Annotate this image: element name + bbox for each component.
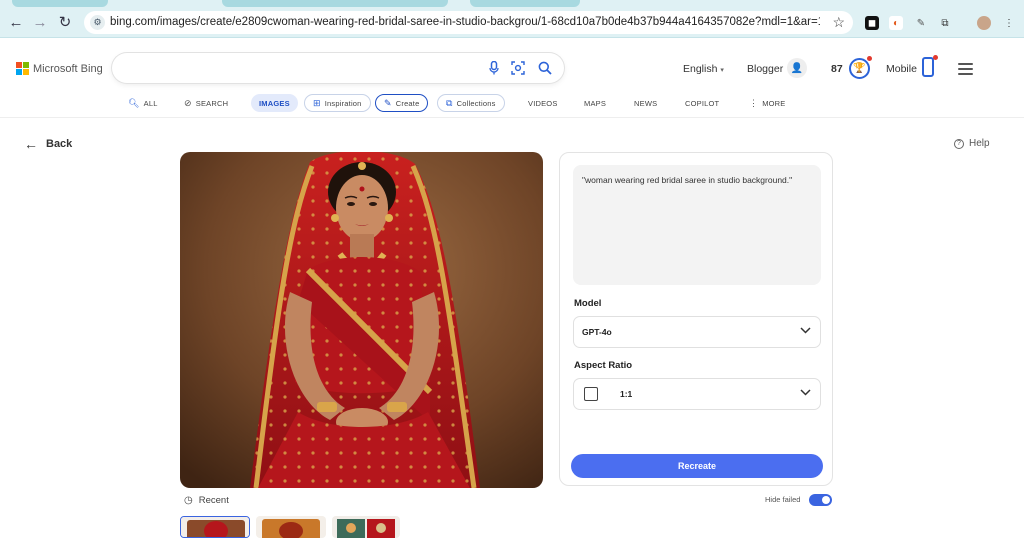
bing-logo[interactable]: Microsoft Bing: [16, 62, 103, 75]
tab-label: IMAGES: [259, 98, 290, 108]
tab-collections[interactable]: ⧉ Collections: [437, 94, 505, 112]
hide-failed-toggle[interactable]: [809, 494, 832, 506]
search-icon: 🔍︎: [128, 97, 140, 108]
vertical-tabs: 🔍︎ ALL ⊘ SEARCH IMAGES ⊞ Inspiration ✎ C…: [0, 92, 1024, 114]
notification-dot: [867, 56, 872, 61]
tab-label: Collections: [456, 98, 496, 108]
browser-menu-icon[interactable]: ⋮: [1002, 16, 1016, 30]
microsoft-logo-icon: [16, 62, 29, 75]
history-clock-icon: ◷: [184, 495, 193, 506]
recent-thumbnail[interactable]: [332, 516, 400, 538]
reload-icon[interactable]: ↻: [55, 12, 75, 32]
tab-more[interactable]: ⋮ MORE: [749, 94, 786, 112]
tab-all[interactable]: 🔍︎ ALL: [128, 94, 158, 112]
address-url[interactable]: bing.com/images/create/e2809cwoman-weari…: [110, 16, 820, 28]
model-value: GPT-4o: [582, 327, 612, 337]
back-arrow-icon: ←: [24, 136, 38, 152]
browser-tab[interactable]: [470, 0, 580, 7]
tab-label: ALL: [143, 98, 158, 108]
hide-failed-label: Hide failed: [765, 495, 801, 504]
tab-label: Inspiration: [324, 98, 362, 108]
bride-in-red-saree-image: [180, 152, 543, 488]
tab-inspiration[interactable]: ⊞ Inspiration: [304, 94, 371, 112]
hamburger-menu-icon[interactable]: [958, 63, 973, 75]
tab-label: MAPS: [584, 98, 607, 108]
aspect-ratio-select[interactable]: 1:1: [573, 378, 821, 410]
site-info-icon[interactable]: ⚙: [90, 15, 105, 30]
chevron-down-icon: [800, 387, 811, 399]
tab-maps[interactable]: MAPS: [584, 94, 606, 112]
more-dots-icon: ⋮: [749, 97, 759, 108]
create-icon: ✎: [384, 97, 392, 108]
square-aspect-icon: [584, 387, 598, 401]
search-input[interactable]: [112, 53, 564, 83]
tab-label: VIDEOS: [528, 98, 558, 108]
browser-tab-strip: [0, 0, 1024, 7]
tab-label: MORE: [762, 98, 786, 108]
browser-toolbar: ← → ↻ ⚙ bing.com/images/create/e2809cwom…: [0, 7, 1024, 38]
eyedropper-icon[interactable]: ✎: [914, 16, 928, 30]
bookmark-star-icon[interactable]: ☆: [832, 14, 845, 31]
aspect-ratio-value: 1:1: [620, 389, 633, 399]
tab-news[interactable]: NEWS: [634, 94, 657, 112]
extension-icon[interactable]: ◐: [889, 16, 903, 30]
model-label: Model: [574, 298, 602, 309]
browser-tab[interactable]: [12, 0, 108, 7]
help-label: Help: [969, 138, 990, 149]
chevron-down-icon: [800, 325, 811, 337]
rewards-trophy-icon[interactable]: 🏆: [849, 58, 870, 79]
recent-header: ◷ Recent: [184, 495, 229, 506]
collections-icon: ⧉: [446, 97, 453, 108]
search-icon[interactable]: [537, 60, 553, 76]
create-panel: "woman wearing red bridal saree in studi…: [559, 152, 833, 486]
profile-avatar[interactable]: [977, 16, 991, 30]
mobile-link[interactable]: Mobile: [886, 63, 917, 75]
account-name[interactable]: Blogger: [747, 63, 783, 75]
recent-thumbnail[interactable]: [180, 516, 250, 538]
prompt-textarea[interactable]: "woman wearing red bridal saree in studi…: [573, 165, 821, 285]
copilot-search-icon: ⊘: [184, 97, 192, 108]
tab-videos[interactable]: VIDEOS: [528, 94, 558, 112]
tab-search[interactable]: ⊘ SEARCH: [184, 94, 228, 112]
recent-label: Recent: [198, 495, 229, 506]
address-bar[interactable]: ⚙ bing.com/images/create/e2809cwoman-wea…: [84, 11, 853, 34]
back-button[interactable]: ← Back: [24, 136, 72, 152]
back-arrow-icon[interactable]: ←: [6, 12, 26, 32]
language-label: English: [683, 63, 718, 75]
tab-label: Create: [395, 98, 420, 108]
notification-dot: [933, 55, 938, 60]
recreate-button[interactable]: Recreate: [571, 454, 823, 478]
forward-arrow-icon[interactable]: →: [30, 12, 50, 32]
logo-text: Microsoft Bing: [33, 62, 103, 75]
rewards-points[interactable]: 87: [831, 63, 843, 75]
language-selector[interactable]: English ▾: [683, 63, 724, 75]
aspect-ratio-label: Aspect Ratio: [574, 360, 633, 371]
tab-label: COPILOT: [685, 98, 720, 108]
browser-tab[interactable]: [222, 0, 448, 7]
mobile-phone-icon[interactable]: [922, 57, 934, 77]
tab-label: SEARCH: [195, 98, 229, 108]
microphone-icon[interactable]: [486, 60, 502, 76]
model-select[interactable]: GPT-4o: [573, 316, 821, 348]
tab-label: NEWS: [634, 98, 658, 108]
inspiration-icon: ⊞: [313, 97, 321, 108]
tab-create[interactable]: ✎ Create: [375, 94, 429, 112]
help-icon: ?: [954, 138, 964, 149]
extensions-puzzle-icon[interactable]: ⧉: [938, 16, 952, 30]
help-button[interactable]: ? Help: [954, 138, 990, 149]
back-label: Back: [46, 138, 73, 150]
chevron-down-icon: ▾: [720, 67, 724, 74]
tab-images[interactable]: IMAGES: [251, 94, 298, 112]
generated-image[interactable]: [180, 152, 543, 488]
recent-thumbnail[interactable]: [256, 516, 326, 538]
extension-icon[interactable]: ◼: [865, 16, 879, 30]
user-avatar-icon[interactable]: 👤: [787, 58, 807, 78]
tab-copilot[interactable]: COPILOT: [685, 94, 719, 112]
visual-search-icon[interactable]: [510, 60, 526, 76]
bing-header: Microsoft Bing English ▾ Blogger 👤 87 🏆 …: [0, 38, 1024, 118]
